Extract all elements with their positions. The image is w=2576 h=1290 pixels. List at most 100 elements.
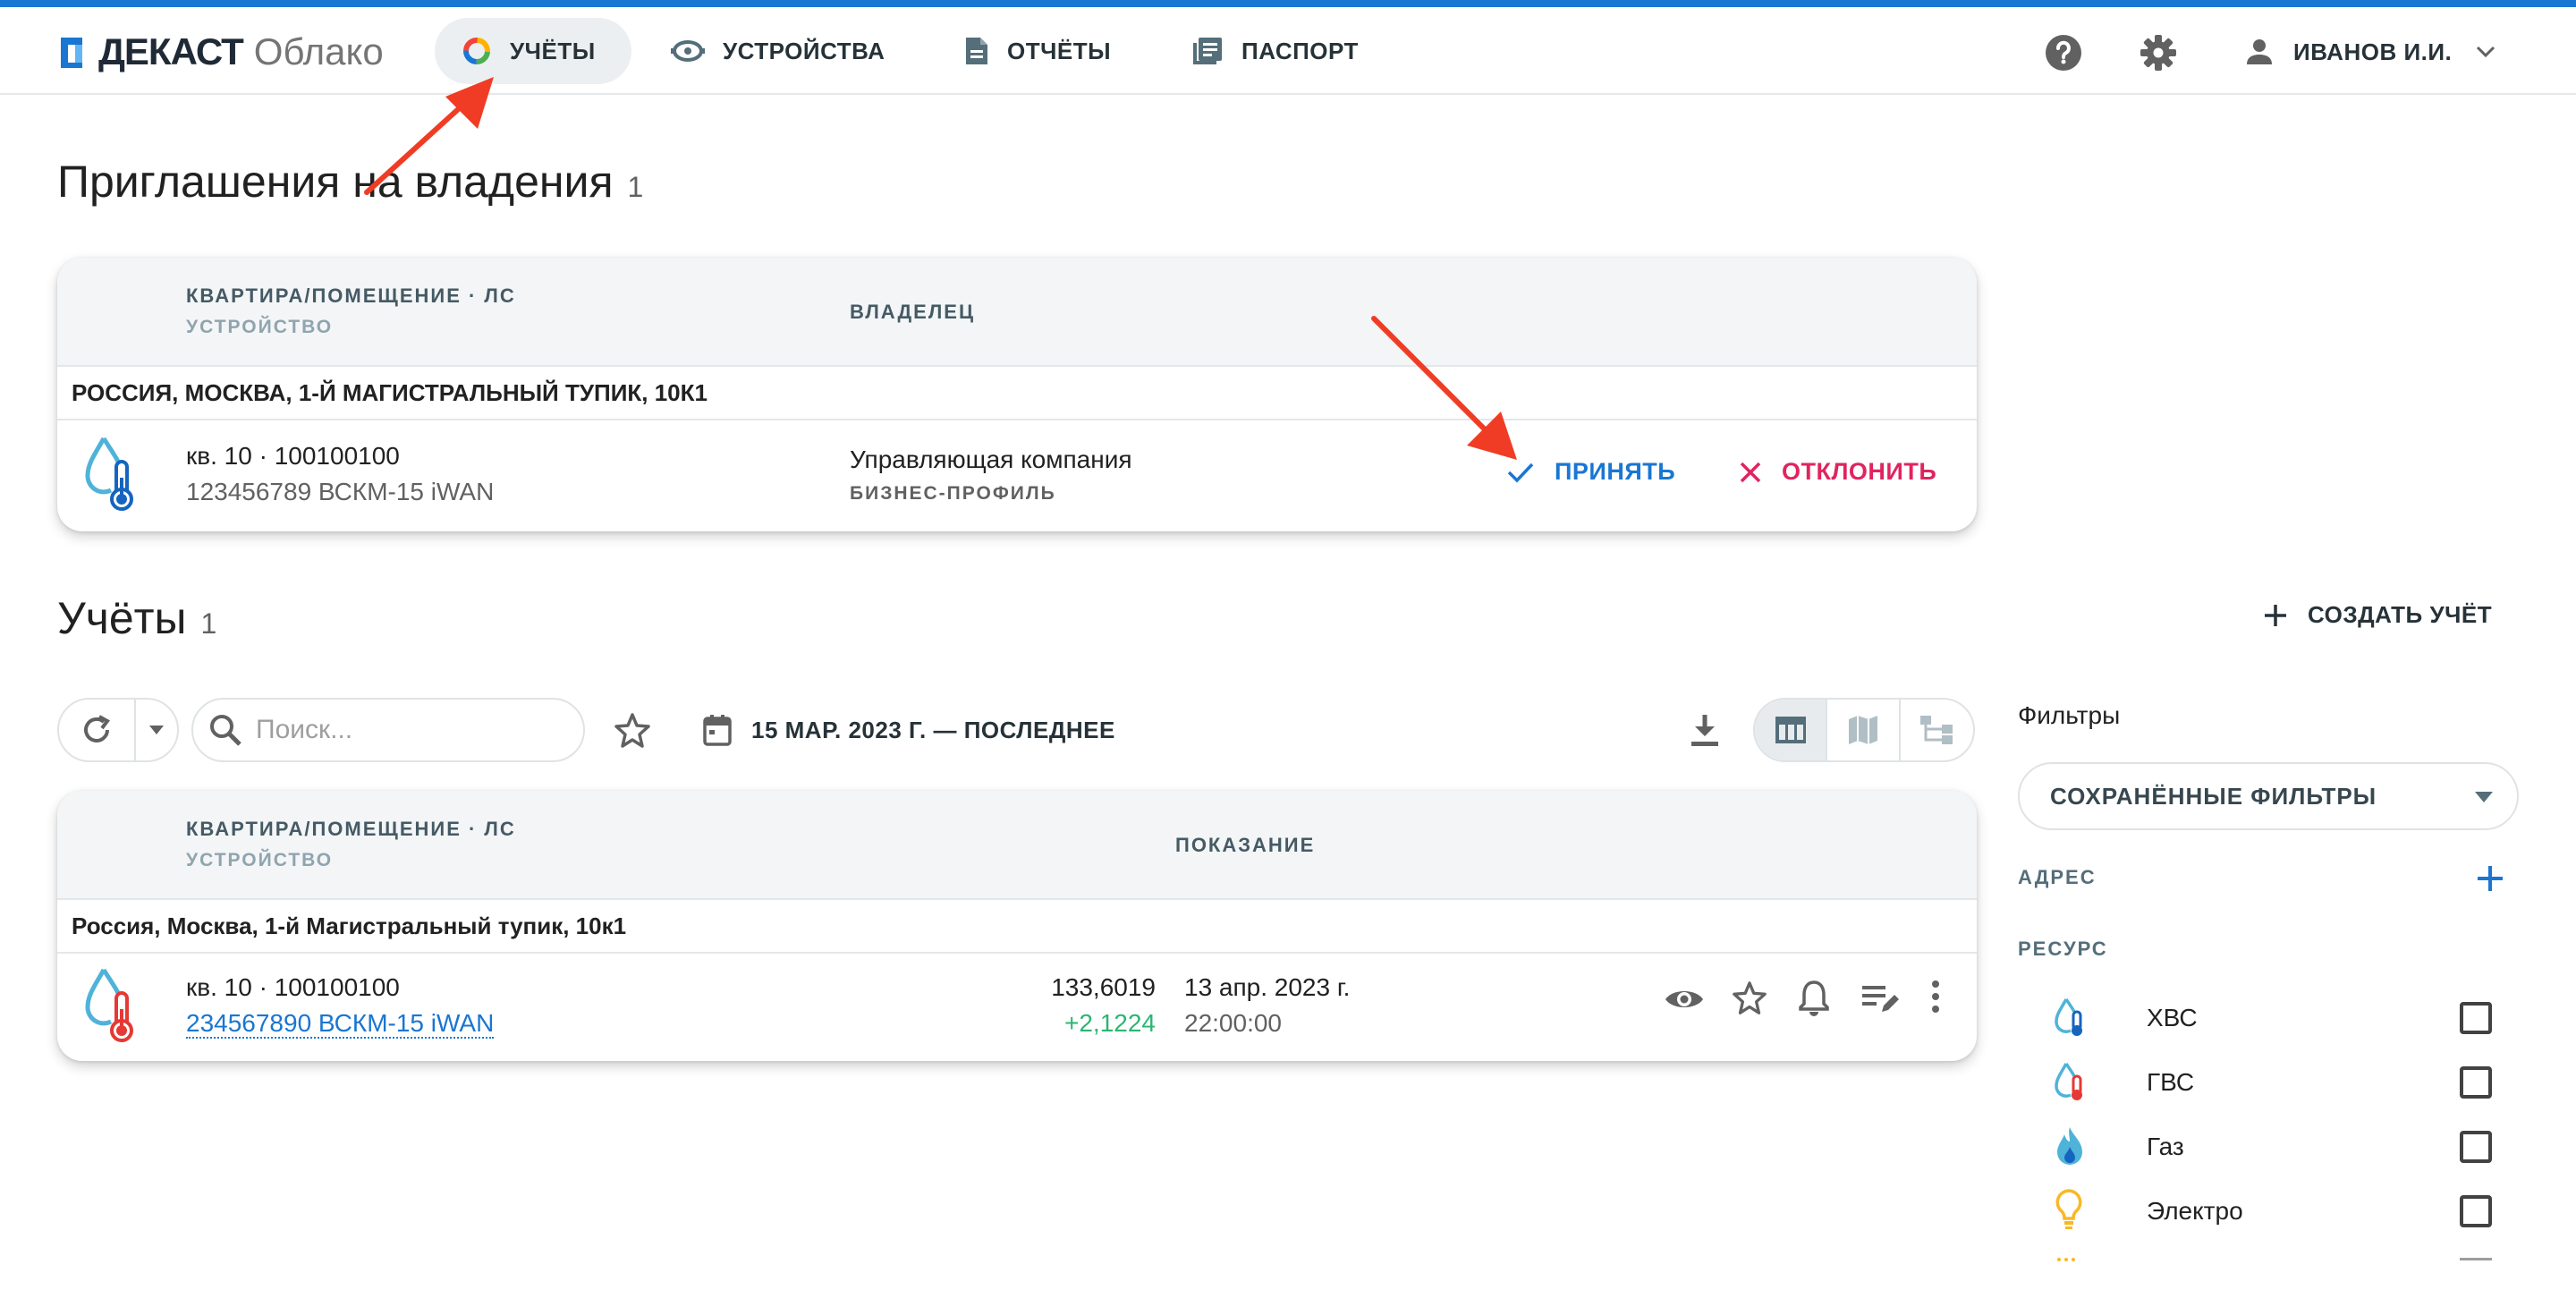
library-icon [1191, 36, 1224, 66]
resource-filter-label: РЕСУРС [2018, 938, 2108, 960]
accept-button[interactable]: ПРИНЯТЬ [1506, 458, 1675, 486]
owner-name: Управляющая компания [850, 446, 1132, 473]
nav-tab-label: УСТРОЙСТВА [723, 37, 886, 64]
reading-time: 22:00:00 [1184, 1009, 1282, 1037]
app-header: ДЕКАСТ Облако УЧЁТЫ УСТРОЙСТВА ОТЧЁТЫ ПА… [0, 7, 2576, 95]
hot-water-meter-icon [82, 966, 140, 1049]
map-view-icon[interactable] [1827, 700, 1901, 760]
resource-row-electric[interactable]: Электро [2048, 1184, 2513, 1238]
date-range-selector[interactable]: 15 МАР. 2023 Г. — ПОСЛЕДНЕЕ [703, 712, 1115, 748]
close-icon [1739, 461, 1762, 484]
nav-tab-label: ПАСПОРТ [1241, 37, 1359, 64]
resource-row-cold-water[interactable]: ХВС [2048, 991, 2513, 1045]
nav-tab-label: ОТЧЁТЫ [1007, 37, 1112, 64]
invitations-count: 1 [627, 171, 644, 203]
apartment-account: кв. 10 · 100100100 [186, 442, 400, 470]
gas-flame-icon [2055, 1125, 2084, 1171]
gear-icon[interactable] [2140, 34, 2177, 76]
person-icon [2245, 38, 2274, 66]
star-outline-icon[interactable] [614, 712, 651, 754]
top-accent-bar [0, 0, 2576, 7]
chevron-down-icon [2475, 45, 2496, 59]
nav-tab-reports[interactable]: ОТЧЁТЫ [964, 18, 1111, 84]
caret-down-icon [2474, 791, 2494, 803]
nav-tab-accounts[interactable]: УЧЁТЫ [435, 18, 631, 84]
refresh-split-button [57, 698, 179, 762]
nav-tab-devices[interactable]: УСТРОЙСТВА [671, 18, 885, 84]
cold-water-icon [2054, 997, 2086, 1042]
invitations-title: Приглашения на владения [57, 157, 614, 207]
bell-icon[interactable] [1798, 979, 1830, 1021]
col-apartment: КВАРТИРА/ПОМЕЩЕНИЕ · ЛС [186, 284, 516, 307]
logo[interactable]: ДЕКАСТ Облако [59, 27, 384, 77]
plus-icon [2263, 603, 2288, 628]
view-switcher [1753, 698, 1975, 762]
caret-down-icon[interactable] [136, 700, 177, 760]
col-reading: ПОКАЗАНИЕ [1175, 834, 1316, 856]
resource-row-hot-water[interactable]: ГВС [2048, 1056, 2513, 1109]
address-filter-label: АДРЕС [2018, 866, 2097, 888]
hot-water-icon [2054, 1061, 2086, 1107]
search-icon [208, 712, 243, 748]
resource-name: ГВС [2147, 1068, 2195, 1096]
resource-row-gas[interactable]: Газ [2048, 1120, 2513, 1174]
resource-checkbox[interactable] [2460, 1002, 2492, 1034]
refresh-icon[interactable] [59, 700, 136, 760]
accounts-table: КВАРТИРА/ПОМЕЩЕНИЕ · ЛС УСТРОЙСТВО ПОКАЗ… [57, 791, 1977, 1061]
search-input[interactable] [256, 715, 551, 745]
nav-tab-passport[interactable]: ПАСПОРТ [1191, 18, 1359, 84]
decline-button[interactable]: ОТКЛОНИТЬ [1739, 458, 1936, 486]
col-owner: ВЛАДЕЛЕЦ [850, 301, 976, 323]
accounts-count: 1 [200, 607, 217, 640]
owner-type: БИЗНЕС-ПРОФИЛЬ [850, 483, 1056, 504]
resource-name: ХВС [2147, 1004, 2198, 1031]
resource-name: Газ [2147, 1133, 2184, 1160]
resource-name: Электро [2147, 1197, 2243, 1225]
resource-checkbox[interactable] [2460, 1131, 2492, 1163]
resource-checkbox[interactable] [2460, 1195, 2492, 1227]
resource-checkbox[interactable] [2460, 1066, 2492, 1099]
col-device: УСТРОЙСТВО [186, 317, 334, 337]
download-icon[interactable] [1689, 712, 1721, 752]
more-vertical-icon[interactable] [1930, 979, 1941, 1019]
calendar-icon [703, 714, 732, 746]
edit-notes-icon[interactable] [1860, 982, 1900, 1019]
accounts-title: Учёты [57, 593, 187, 643]
table-view-icon[interactable] [1755, 700, 1828, 760]
saved-filters-label: СОХРАНЁННЫЕ ФИЛЬТРЫ [2050, 782, 2377, 810]
filters-title: Фильтры [2018, 701, 2121, 729]
invitations-heading: Приглашения на владения 1 [57, 156, 643, 208]
help-icon[interactable] [2045, 34, 2082, 76]
user-name: ИВАНОВ И.И. [2293, 38, 2453, 65]
reading-date: 13 апр. 2023 г. [1184, 973, 1351, 1001]
cut-off-checkbox [2460, 1258, 2492, 1260]
logo-brand: ДЕКАСТ [98, 30, 244, 72]
accept-label: ПРИНЯТЬ [1555, 458, 1676, 485]
lightbulb-icon [2054, 1188, 2084, 1235]
search-field [191, 698, 585, 762]
device-link-wrap: 234567890 ВСКМ-15 iWAN [186, 1009, 495, 1039]
saved-filters-select[interactable]: СОХРАНЁННЫЕ ФИЛЬТРЫ [2018, 762, 2519, 830]
accounts-heading: Учёты 1 [57, 592, 216, 644]
nav-tab-label: УЧЁТЫ [510, 37, 596, 64]
document-icon [964, 36, 989, 66]
decline-label: ОТКЛОНИТЬ [1782, 458, 1937, 485]
add-address-plus-icon[interactable] [2476, 864, 2504, 897]
table-header: КВАРТИРА/ПОМЕЩЕНИЕ · ЛС УСТРОЙСТВО ВЛАДЕ… [57, 258, 1977, 367]
user-menu[interactable]: ИВАНОВ И.И. [2245, 25, 2496, 79]
cold-water-meter-icon [82, 435, 140, 518]
device-link[interactable]: 234567890 ВСКМ-15 iWAN [186, 1009, 495, 1039]
check-icon [1506, 461, 1535, 484]
reading-delta: +2,1224 [1064, 1009, 1156, 1037]
table-header: КВАРТИРА/ПОМЕЩЕНИЕ · ЛС УСТРОЙСТВО ПОКАЗ… [57, 791, 1977, 900]
tree-view-icon[interactable] [1901, 700, 1973, 760]
eye-icon[interactable] [1664, 986, 1705, 1017]
ring-chart-icon [462, 36, 492, 66]
reading-value: 133,6019 [1051, 973, 1156, 1001]
date-range-label: 15 МАР. 2023 Г. — ПОСЛЕДНЕЕ [751, 716, 1115, 743]
logo-subtitle: Облако [253, 30, 384, 72]
meter-icon [671, 38, 705, 64]
create-account-button[interactable]: СОЗДАТЬ УЧЁТ [2263, 601, 2492, 629]
apartment-account: кв. 10 · 100100100 [186, 973, 400, 1001]
star-outline-icon[interactable] [1732, 980, 1767, 1021]
